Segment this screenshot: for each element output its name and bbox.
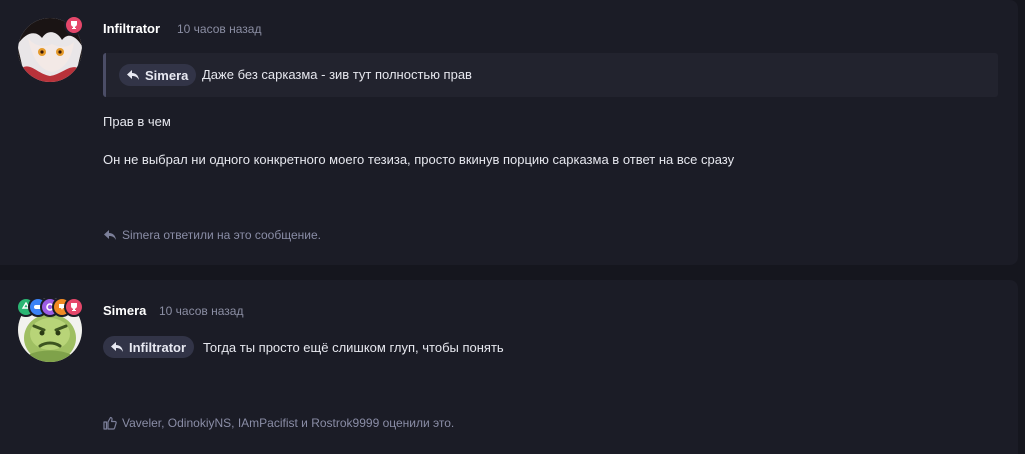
post-author[interactable]: Simera <box>103 303 146 318</box>
thumbs-up-icon <box>103 416 117 430</box>
post-author[interactable]: Infiltrator <box>103 21 160 36</box>
mention-simera[interactable]: Simera <box>119 64 197 86</box>
post-time[interactable]: 10 часов назад <box>159 304 243 318</box>
trophy-icon <box>64 297 84 317</box>
post-paragraph: Прав в чем <box>103 114 171 129</box>
reply-icon <box>103 229 117 241</box>
reactions-text: Vaveler, OdinokiyNS, IAmPacifist и Rostr… <box>122 416 455 430</box>
reply-notice[interactable]: Simera ответили на это сообщение. <box>103 228 321 242</box>
mention-label: Infiltrator <box>129 339 187 355</box>
mention-label: Simera <box>145 67 189 83</box>
reply-arrow-icon <box>126 69 140 81</box>
quote-text: Даже без сарказма - зив тут полностью пр… <box>202 67 472 82</box>
mention-infiltrator[interactable]: Infiltrator <box>103 336 195 358</box>
post-text: Тогда ты просто ещё слишком глуп, чтобы … <box>203 340 504 355</box>
post-infiltrator: Infiltrator 10 часов назад Simera Даже б… <box>0 0 1018 265</box>
reply-arrow-icon <box>110 341 124 353</box>
post-time[interactable]: 10 часов назад <box>177 22 261 36</box>
trophy-icon <box>64 15 84 35</box>
post-paragraph: Он не выбрал ни одного конкретного моего… <box>103 152 735 167</box>
quote-block: Simera Даже без сарказма - зив тут полно… <box>103 53 998 97</box>
post-simera: Simera 10 часов назад Infiltrator Тогда … <box>0 280 1018 454</box>
reactions-summary[interactable]: Vaveler, OdinokiyNS, IAmPacifist и Rostr… <box>103 416 454 430</box>
reply-notice-text: Simera ответили на это сообщение. <box>122 228 321 242</box>
